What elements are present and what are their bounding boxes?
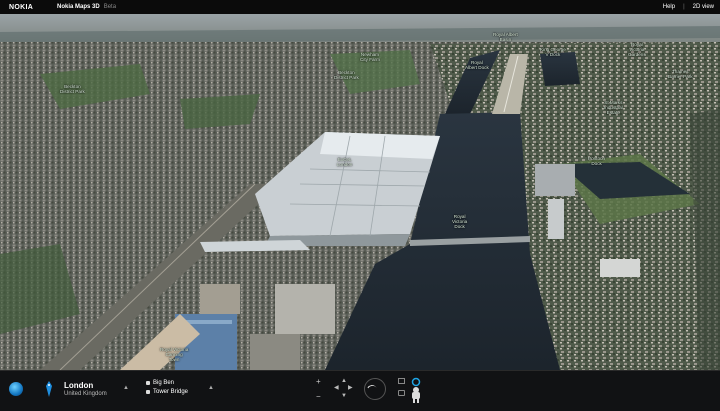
app-title: Nokia Maps 3D (57, 4, 100, 10)
rotate-dial[interactable] (364, 378, 386, 400)
map-label[interactable]: Beckton District Park (334, 70, 359, 80)
map-label[interactable]: Beckton District Park (60, 84, 85, 94)
pan-right-icon[interactable]: ▶ (348, 385, 353, 391)
current-city[interactable]: London (64, 381, 93, 390)
map-label[interactable]: Royal Albert Basin (493, 32, 518, 42)
map-3d-view[interactable]: Beckton District Park Newham City Farm Roy… (0, 14, 720, 370)
screenshot-icon[interactable] (398, 390, 405, 396)
map-label[interactable]: King George V Dock (540, 47, 566, 57)
map-label[interactable]: Royal Victoria Canning Town (160, 347, 188, 362)
map-label[interactable]: St Marks Industrial Estate (604, 100, 623, 115)
map-label[interactable]: Royal Victoria Dock (452, 214, 467, 229)
pan-up-icon[interactable]: ▲ (341, 378, 347, 384)
map-label[interactable]: ExCeL London (337, 157, 352, 167)
map-scene (0, 14, 720, 370)
favorite-tower-bridge[interactable]: Tower Bridge (146, 389, 188, 395)
street-view-person-icon[interactable] (410, 377, 422, 405)
map-label[interactable]: Pontoon Dock (588, 156, 605, 166)
top-right-links: Help | 2D view (663, 4, 720, 10)
layers-icon[interactable] (398, 378, 405, 384)
location-pin-icon (46, 381, 52, 397)
pan-down-icon[interactable]: ▼ (341, 393, 347, 399)
map-label[interactable]: Royal Albert Dock (465, 60, 489, 70)
globe-icon[interactable] (9, 382, 23, 396)
poi-label: Big Ben (153, 380, 175, 386)
pan-left-icon[interactable]: ◀ (334, 385, 339, 391)
map-label[interactable]: Royal Victoria Gardens (628, 42, 646, 57)
favorite-big-ben[interactable]: Big Ben (146, 380, 174, 386)
separator: | (683, 4, 685, 10)
current-country: United Kingdom (64, 391, 107, 397)
poi-label: Tower Bridge (153, 389, 189, 395)
nokia-logo: NOKIA (9, 3, 34, 11)
help-link[interactable]: Help (663, 4, 675, 10)
map-label[interactable]: Newham City Farm (360, 52, 380, 62)
beta-tag: Beta (103, 4, 117, 10)
chevron-up-icon[interactable]: ▲ (208, 385, 214, 391)
chevron-up-icon[interactable]: ▲ (123, 385, 129, 391)
landmark-icon (146, 390, 150, 394)
zoom-in-button[interactable]: + (316, 378, 321, 386)
landmark-icon (146, 381, 150, 385)
top-bar: NOKIA Nokia Maps 3D Beta Help | 2D view (0, 0, 720, 14)
bottom-toolbar: London United Kingdom ▲ Big Ben Tower Br… (0, 370, 720, 411)
map-label[interactable]: Thames Barrier Park (668, 69, 693, 79)
zoom-out-button[interactable]: − (316, 393, 321, 401)
2d-view-link[interactable]: 2D view (693, 4, 714, 10)
